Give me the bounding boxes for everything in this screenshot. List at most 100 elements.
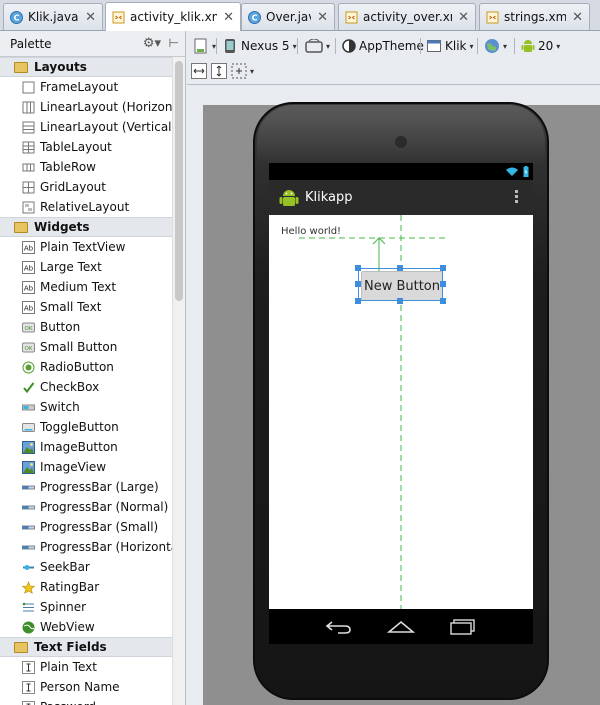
palette-item[interactable]: SeekBar: [0, 557, 173, 577]
design-canvas[interactable]: Klikapp Hello world! New Button: [187, 85, 600, 705]
close-icon[interactable]: ✕: [458, 10, 469, 25]
palette-item[interactable]: Ab Large Text: [0, 257, 173, 277]
theme-dropdown[interactable]: AppTheme: [342, 36, 424, 56]
home-icon[interactable]: [386, 620, 415, 634]
palette-category-label: Widgets: [34, 220, 90, 234]
xml-file-icon: [112, 11, 125, 24]
linear-horizontal-icon: [22, 101, 35, 114]
palette-item[interactable]: Person Name: [0, 677, 173, 697]
layout-actions-button[interactable]: ▾: [231, 61, 254, 81]
palette-title: Palette: [10, 36, 52, 51]
palette-item[interactable]: ImageView: [0, 457, 173, 477]
palette-item[interactable]: ProgressBar (Horizontal): [0, 537, 185, 557]
svg-text:OK: OK: [25, 346, 33, 352]
layout-actions-icon: [231, 63, 247, 79]
status-bar: [269, 163, 533, 180]
palette-item[interactable]: ImageButton: [0, 437, 173, 457]
rating-bar-icon: [22, 580, 35, 594]
palette-item-label: Medium Text: [40, 280, 117, 294]
tab-klik-java[interactable]: C Klik.java ✕: [3, 3, 103, 30]
resize-handle[interactable]: [355, 265, 361, 271]
back-icon[interactable]: [326, 620, 352, 634]
tab-activity-over-xml[interactable]: activity_over.xml ✕: [338, 3, 476, 30]
medium-text-icon: Ab: [22, 280, 35, 294]
close-icon[interactable]: ✕: [572, 10, 583, 25]
resize-handle[interactable]: [440, 281, 446, 287]
palette-item[interactable]: Password: [0, 697, 173, 705]
palette-item-label: ToggleButton: [40, 420, 119, 434]
palette-item[interactable]: Ab Small Text: [0, 297, 173, 317]
palette-scrollbar[interactable]: [172, 57, 185, 705]
pin-icon[interactable]: ⊢: [169, 36, 179, 50]
palette-item-label: Small Button: [40, 340, 118, 354]
palette-item[interactable]: RelativeLayout: [0, 197, 173, 217]
palette-category-label: Text Fields: [34, 640, 107, 654]
tab-activity-klik-xml[interactable]: activity_klik.xml ✕: [105, 2, 241, 31]
palette-item[interactable]: RatingBar: [0, 577, 173, 597]
recents-icon[interactable]: [449, 618, 476, 635]
palette-item[interactable]: Ab Plain TextView: [0, 237, 173, 257]
tab-over-java[interactable]: C Over.java ✕: [241, 3, 335, 30]
fill-height-icon: [211, 63, 227, 79]
resize-handle[interactable]: [440, 298, 446, 304]
locale-dropdown[interactable]: ▾: [484, 36, 507, 56]
palette-item[interactable]: TableRow: [0, 157, 173, 177]
palette-item[interactable]: ToggleButton: [0, 417, 173, 437]
palette-item[interactable]: RadioButton: [0, 357, 173, 377]
close-icon[interactable]: ✕: [317, 10, 328, 25]
api-level-label: 20: [538, 39, 554, 53]
palette-item[interactable]: CheckBox: [0, 377, 173, 397]
tab-strings-xml[interactable]: strings.xml ✕: [479, 3, 590, 30]
palette-item[interactable]: Plain Text: [0, 657, 173, 677]
api-level-dropdown[interactable]: 20 ▾: [521, 36, 560, 56]
battery-icon: [523, 166, 529, 177]
hello-world-textview[interactable]: Hello world!: [281, 226, 341, 237]
palette-item[interactable]: Spinner: [0, 597, 173, 617]
resize-handle[interactable]: [440, 265, 446, 271]
palette-item[interactable]: ProgressBar (Small): [0, 517, 173, 537]
palette-item[interactable]: OK Small Button: [0, 337, 173, 357]
resize-handle[interactable]: [355, 298, 361, 304]
gear-icon[interactable]: ⚙▾: [143, 36, 161, 51]
palette-item[interactable]: FrameLayout: [0, 77, 173, 97]
palette-category-widgets[interactable]: Widgets: [0, 217, 173, 237]
palette-item[interactable]: LinearLayout (Vertical): [0, 117, 176, 137]
device-screen[interactable]: Klikapp Hello world! New Button: [269, 163, 533, 629]
palette-item[interactable]: WebView: [0, 617, 173, 637]
android-icon: [521, 40, 535, 52]
orientation-icon: [305, 39, 323, 53]
palette-item[interactable]: ProgressBar (Normal): [0, 497, 173, 517]
image-button-icon: [22, 440, 35, 454]
orientation-dropdown[interactable]: ▾: [305, 36, 330, 56]
fill-height-button[interactable]: [211, 61, 227, 81]
selection-outline: [358, 268, 443, 301]
folder-icon: [14, 221, 28, 233]
palette-category-layouts[interactable]: Layouts: [0, 57, 173, 77]
resize-handle[interactable]: [355, 281, 361, 287]
close-icon[interactable]: ✕: [85, 10, 96, 25]
resize-handle[interactable]: [397, 298, 403, 304]
webview-icon: [22, 621, 35, 634]
overflow-menu-icon[interactable]: [515, 190, 519, 205]
palette-item[interactable]: Ab Medium Text: [0, 277, 173, 297]
spinner-icon: [22, 601, 35, 614]
resize-handle[interactable]: [397, 265, 403, 271]
palette-category-text-fields[interactable]: Text Fields: [0, 637, 173, 657]
palette-item[interactable]: OK Button: [0, 317, 173, 337]
palette-item-label: GridLayout: [40, 180, 106, 194]
palette-item[interactable]: LinearLayout (Horizontal): [0, 97, 185, 117]
palette-item[interactable]: GridLayout: [0, 177, 173, 197]
palette-item[interactable]: ProgressBar (Large): [0, 477, 173, 497]
palette-item[interactable]: Switch: [0, 397, 173, 417]
palette-scroll-thumb[interactable]: [175, 61, 183, 301]
activity-dropdown[interactable]: Klik ▾: [427, 36, 474, 56]
render-mode-button[interactable]: ▾: [193, 36, 216, 56]
palette-item[interactable]: TableLayout: [0, 137, 173, 157]
svg-text:Ab: Ab: [24, 284, 34, 292]
close-icon[interactable]: ✕: [223, 10, 234, 25]
wifi-icon: [506, 167, 518, 176]
palette-item-label: Person Name: [40, 680, 120, 694]
device-dropdown[interactable]: Nexus 5 ▾: [224, 36, 297, 56]
textview-icon: Ab: [22, 240, 35, 254]
fill-width-button[interactable]: [191, 61, 207, 81]
